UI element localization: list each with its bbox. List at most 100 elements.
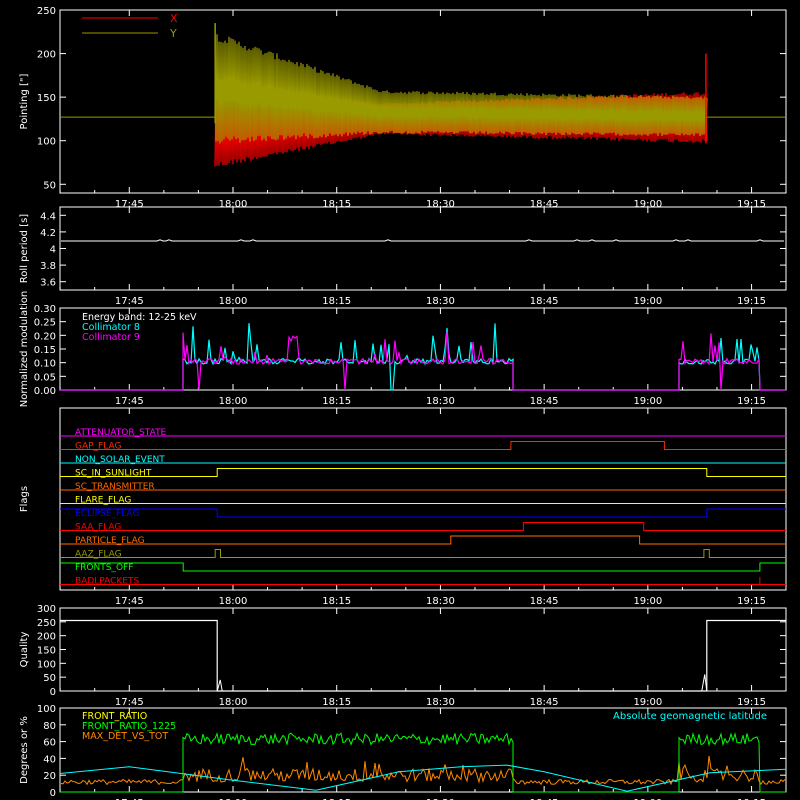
y-axis-label: Pointing ["] [19, 73, 30, 129]
x-tick-label: 18:30 [426, 296, 455, 307]
flag-row: FLARE_FLAG [60, 496, 786, 506]
flag-label: FRONTS_OFF [75, 563, 133, 573]
legend-label-x: X [170, 12, 178, 25]
y-tick-label: 0 [50, 687, 56, 698]
y-tick-label: 50 [43, 180, 56, 191]
panel-1: 17:45 18:00 18:15 18:30 18:45 19:00 19:15Point… [19, 6, 787, 210]
quality-ramp [216, 679, 223, 692]
flag-row: FRONTS_OFF [60, 562, 786, 573]
flag-row: GAP_FLAG [60, 441, 786, 452]
x-tick-label: 18:00 [219, 697, 248, 708]
x-tick-label: 18:45 [530, 596, 559, 607]
x-tick-label: 18:15 [322, 596, 351, 607]
y-tick-label: 0.00 [34, 386, 56, 397]
flag-row: SAA_FLAG [60, 522, 786, 533]
x-tick-label: 17:45 [115, 296, 144, 307]
flag-row: SC_IN_SUNLIGHT [60, 468, 786, 479]
x-tick-label: 18:45 [530, 697, 559, 708]
flag-line [60, 549, 786, 558]
y-tick-label: 40 [43, 754, 56, 765]
y-tick-label: 250 [37, 618, 56, 629]
flag-row: AAZ_FLAG [60, 549, 786, 560]
flag-row: SC_TRANSMITTER [60, 482, 786, 492]
y-axis-label: Roll period [s] [19, 214, 30, 283]
y-axis-label: Normalized modulation [19, 291, 30, 408]
panel-6: 17:4518:0018:1518:3018:4519:0019:15Degre… [19, 704, 787, 800]
x-tick-label: 18:15 [322, 697, 351, 708]
x-tick-label: 17:45 [115, 697, 144, 708]
annotation-label: Absolute geomagnetic latitude [613, 711, 767, 722]
x-tick-label: 19:15 [737, 296, 766, 307]
quality-ramp [701, 674, 708, 692]
legend-label-y: Y [169, 27, 177, 40]
legend: FRONT_RATIOFRONT_RATIO_1225MAX_DET_VS_TO… [82, 711, 767, 742]
y-tick-label: 100 [37, 137, 56, 148]
y-axis-label: Degrees or % [19, 716, 30, 784]
flag-line [60, 468, 786, 477]
y-axis-label: Flags [19, 486, 30, 512]
y-tick-label: 0.05 [34, 372, 56, 383]
y-tick-label: 300 [37, 604, 56, 615]
flag-line [60, 535, 786, 545]
flag-row: BADLPACKETS [60, 577, 786, 587]
flag-row: PARTICLE_FLAG [60, 535, 786, 546]
panel-3: 17:45 18:00 18:15 18:30 18:45 19:00 19:15 Norma… [19, 291, 787, 408]
flag-line [60, 522, 786, 531]
y-tick-label: 200 [37, 632, 56, 643]
y-tick-label: 60 [43, 738, 56, 749]
y-tick-label: 0.25 [34, 318, 56, 329]
panel-frame [59, 206, 787, 291]
y-tick-label: 4.4 [40, 211, 56, 222]
y-tick-label: 150 [37, 646, 56, 657]
y-tick-label: 250 [37, 6, 56, 17]
y-axis-label: Quality [19, 632, 30, 668]
flag-row: ATTENUATOR_STATE [60, 428, 786, 438]
panel-2: 17:45 18:00 18:15 18:30 18:45 19:00 19:15 Roll … [19, 206, 787, 307]
y-tick-label: 150 [37, 93, 56, 104]
panel-5: 17:45 18:00 18:15 18:30 18:45 19:00 19:15 Quali… [19, 604, 787, 708]
y-tick-label: 4 [50, 245, 56, 256]
y-tick-label: 3.8 [40, 261, 56, 272]
y-tick-label: 0.10 [34, 359, 56, 370]
x-tick-label: 17:45 [115, 396, 144, 407]
x-tick-label: 18:00 [219, 596, 248, 607]
x-tick-label: 18:15 [322, 396, 351, 407]
multi-panel-figure: 17:45 18:00 18:15 18:30 18:45 19:00 19:15 Point… [19, 6, 787, 800]
x-tick-label: 18:00 [219, 396, 248, 407]
x-tick-label: 18:45 [530, 296, 559, 307]
flag-row: NON_SOLAR_EVENT [60, 455, 786, 465]
legend-label: MAX_DET_VS_TOT [82, 731, 168, 742]
x-tick-label: 17:45 [115, 596, 144, 607]
y-tick-label: 80 [43, 721, 56, 732]
x-tick-label: 18:30 [426, 697, 455, 708]
panel-4: 17:45 18:00 18:15 18:30 18:45 19:00 19:15 Flags… [19, 407, 787, 607]
legend: Energy band: 12-25 keVCollimator 8Collim… [82, 312, 197, 343]
y-tick-label: 0.30 [34, 304, 56, 315]
flag-line [60, 562, 786, 572]
x-tick-label: 18:30 [426, 596, 455, 607]
flag-line [60, 441, 786, 450]
y-tick-label: 200 [37, 50, 56, 61]
x-tick-label: 19:15 [737, 396, 766, 407]
y-tick-label: 0 [50, 788, 56, 799]
roll-period-line [61, 239, 784, 242]
flag-row: ECLIPSE_FLAG [60, 508, 786, 519]
y-tick-label: 20 [43, 771, 56, 782]
x-tick-label: 19:00 [633, 296, 662, 307]
legend-label: Collimator 9 [82, 332, 140, 343]
x-tick-label: 18:30 [426, 396, 455, 407]
y-tick-label: 3.6 [40, 278, 56, 289]
x-tick-label: 19:00 [633, 697, 662, 708]
y-tick-label: 0.20 [34, 331, 56, 342]
modulation-line-8 [60, 323, 786, 391]
x-tick-label: 19:00 [633, 396, 662, 407]
y-tick-label: 100 [37, 704, 56, 715]
x-tick-label: 19:00 [633, 596, 662, 607]
flag-line [60, 508, 786, 518]
y-tick-label: 4.2 [40, 228, 56, 239]
flag-label: ECLIPSE_FLAG [75, 509, 139, 519]
x-tick-label: 18:45 [530, 396, 559, 407]
x-tick-label: 19:15 [737, 697, 766, 708]
y-tick-label: 0.15 [34, 345, 56, 356]
x-tick-label: 18:15 [322, 296, 351, 307]
